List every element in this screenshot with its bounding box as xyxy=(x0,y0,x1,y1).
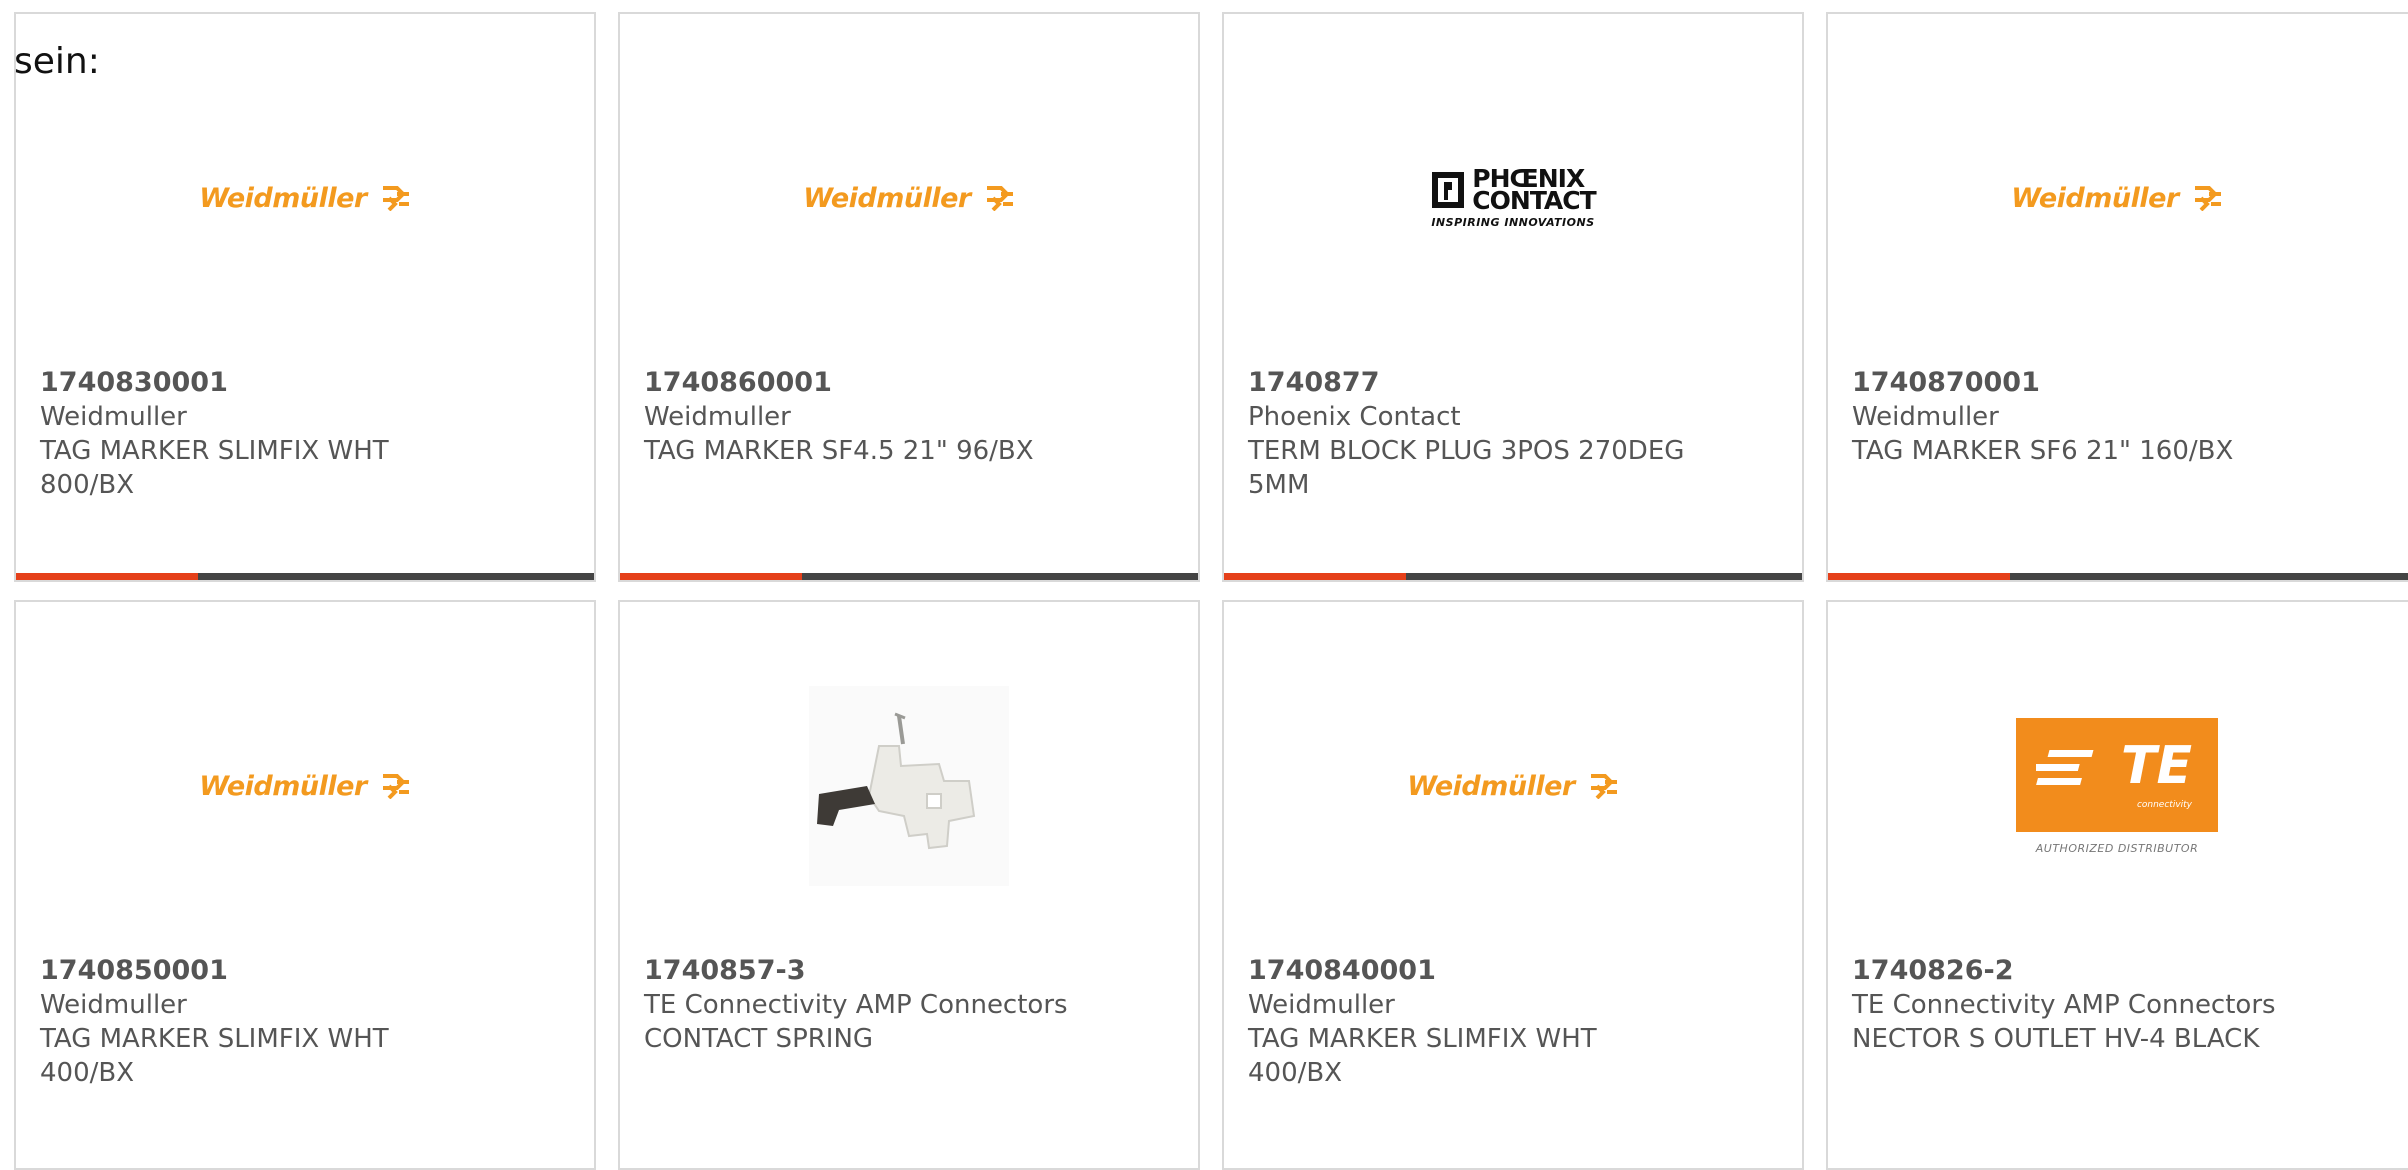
phoenix-contact-mark-icon xyxy=(1432,171,1465,208)
brand-logo-weidmuller: Weidmüller xyxy=(620,74,1198,322)
page-label: sein: xyxy=(14,41,100,82)
part-number-link[interactable]: 1740870001 xyxy=(1852,366,2390,400)
brand-logo-te-connectivity: TE connectivity AUTHORIZED DISTRIBUTOR xyxy=(1828,662,2406,910)
description: TERM BLOCK PLUG 3POS 270DEG 5MM xyxy=(1248,436,1685,500)
card-accent-bar xyxy=(1224,573,1406,580)
manufacturer: Weidmuller xyxy=(40,990,187,1020)
weidmuller-wordmark: Weidmüller xyxy=(199,770,367,802)
weidmuller-wordmark: Weidmüller xyxy=(199,182,367,214)
part-number-link[interactable]: 1740860001 xyxy=(644,366,1174,400)
description: CONTACT SPRING xyxy=(644,1024,874,1054)
product-photo-contact-spring xyxy=(620,662,1198,910)
part-number-link[interactable]: 1740850001 xyxy=(40,954,570,988)
te-wordmark: TE xyxy=(2121,735,2192,796)
contact-spring-image xyxy=(809,686,1009,886)
card-footer-bar xyxy=(1828,573,2408,580)
te-stripes-icon xyxy=(2036,749,2094,785)
manufacturer: Weidmuller xyxy=(1852,402,1999,432)
part-number-link[interactable]: 1740826-2 xyxy=(1852,954,2390,988)
part-number-link[interactable]: 1740840001 xyxy=(1248,954,1778,988)
product-info: 1740840001 Weidmuller TAG MARKER SLIMFIX… xyxy=(1248,954,1778,1090)
product-card[interactable]: Weidmüller 1740870001 Weidmuller TAG MAR… xyxy=(1826,12,2408,582)
weidmuller-mark-icon xyxy=(382,186,409,211)
card-footer-bar xyxy=(620,573,1198,580)
brand-logo-phoenix-contact: PHŒNIX CONTACT INSPIRING INNOVATIONS xyxy=(1224,74,1802,322)
description: NECTOR S OUTLET HV-4 BLACK xyxy=(1852,1024,2260,1054)
product-info: 1740830001 Weidmuller TAG MARKER SLIMFIX… xyxy=(40,366,570,502)
weidmuller-wordmark: Weidmüller xyxy=(803,182,971,214)
description: TAG MARKER SLIMFIX WHT 400/BX xyxy=(1248,1024,1597,1088)
brand-logo-weidmuller: Weidmüller xyxy=(1828,74,2406,322)
card-footer-bar xyxy=(16,573,594,580)
weidmuller-mark-icon xyxy=(1590,774,1617,799)
card-accent-bar xyxy=(620,573,802,580)
weidmuller-wordmark: Weidmüller xyxy=(1407,770,1575,802)
manufacturer: Weidmuller xyxy=(644,402,791,432)
product-card[interactable]: Weidmüller 1740860001 Weidmuller TAG MAR… xyxy=(618,12,1200,582)
product-info: 1740826-2 TE Connectivity AMP Connectors… xyxy=(1852,954,2390,1056)
brand-logo-weidmuller: Weidmüller xyxy=(16,74,594,322)
part-number-link[interactable]: 1740857-3 xyxy=(644,954,1174,988)
product-info: 1740860001 Weidmuller TAG MARKER SF4.5 2… xyxy=(644,366,1174,468)
manufacturer: TE Connectivity AMP Connectors xyxy=(644,990,1068,1020)
weidmuller-mark-icon xyxy=(382,774,409,799)
card-accent-bar xyxy=(16,573,198,580)
product-info: 1740850001 Weidmuller TAG MARKER SLIMFIX… xyxy=(40,954,570,1090)
description: TAG MARKER SF6 21" 160/BX xyxy=(1852,436,2234,466)
product-card[interactable]: TE connectivity AUTHORIZED DISTRIBUTOR 1… xyxy=(1826,600,2408,1170)
part-number-link[interactable]: 1740830001 xyxy=(40,366,570,400)
product-card[interactable]: PHŒNIX CONTACT INSPIRING INNOVATIONS 174… xyxy=(1222,12,1804,582)
description: TAG MARKER SF4.5 21" 96/BX xyxy=(644,436,1034,466)
product-card[interactable]: Weidmüller 1740850001 Weidmuller TAG MAR… xyxy=(14,600,596,1170)
product-card[interactable]: Weidmüller 1740830001 Weidmuller TAG MAR… xyxy=(14,12,596,582)
manufacturer: TE Connectivity AMP Connectors xyxy=(1852,990,2276,1020)
product-info: 1740877 Phoenix Contact TERM BLOCK PLUG … xyxy=(1248,366,1778,502)
product-info: 1740857-3 TE Connectivity AMP Connectors… xyxy=(644,954,1174,1056)
brand-logo-weidmuller: Weidmüller xyxy=(1224,662,1802,910)
te-caption: AUTHORIZED DISTRIBUTOR xyxy=(2035,841,2199,855)
phoenix-wordmark-line2: CONTACT xyxy=(1472,185,1596,215)
product-card[interactable]: Weidmüller 1740840001 Weidmuller TAG MAR… xyxy=(1222,600,1804,1170)
weidmuller-mark-icon xyxy=(986,186,1013,211)
product-card[interactable]: 1740857-3 TE Connectivity AMP Connectors… xyxy=(618,600,1200,1170)
weidmuller-mark-icon xyxy=(2194,186,2221,211)
card-footer-bar xyxy=(1224,573,1802,580)
part-number-link[interactable]: 1740877 xyxy=(1248,366,1778,400)
manufacturer: Weidmuller xyxy=(40,402,187,432)
manufacturer: Phoenix Contact xyxy=(1248,402,1461,432)
te-logo-box: TE connectivity xyxy=(2016,717,2218,832)
card-accent-bar xyxy=(1828,573,2010,580)
weidmuller-wordmark: Weidmüller xyxy=(2011,182,2179,214)
brand-logo-weidmuller: Weidmüller xyxy=(16,662,594,910)
product-info: 1740870001 Weidmuller TAG MARKER SF6 21"… xyxy=(1852,366,2390,468)
te-subtext: connectivity xyxy=(2136,799,2192,810)
product-grid: Weidmüller 1740830001 Weidmuller TAG MAR… xyxy=(0,0,2408,1170)
description: TAG MARKER SLIMFIX WHT 800/BX xyxy=(40,436,389,500)
phoenix-tagline: INSPIRING INNOVATIONS xyxy=(1431,215,1595,229)
description: TAG MARKER SLIMFIX WHT 400/BX xyxy=(40,1024,389,1088)
manufacturer: Weidmuller xyxy=(1248,990,1395,1020)
